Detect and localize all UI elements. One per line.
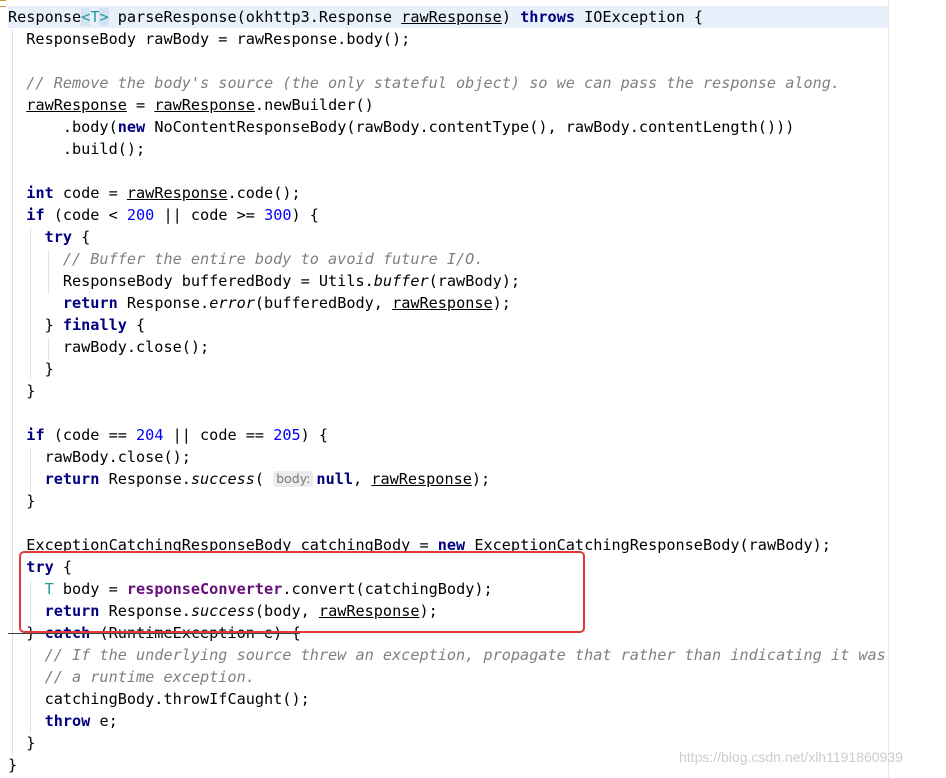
code-line-1[interactable]: Response<T> parseResponse(okhttp3.Respon… bbox=[8, 6, 888, 28]
code-comment[interactable]: // Remove the body's source (the only st… bbox=[8, 72, 840, 94]
code-line-13[interactable]: ResponseBody bufferedBody = Utils.buffer… bbox=[8, 270, 520, 292]
strikethrough-line bbox=[8, 633, 300, 634]
code-line-5[interactable]: rawResponse = rawResponse.newBuilder() bbox=[8, 94, 374, 116]
code-editor[interactable]: Response<T> parseResponse(okhttp3.Respon… bbox=[0, 0, 946, 778]
parameter-hint: body: bbox=[273, 471, 314, 487]
fold-marker-icon bbox=[0, 0, 6, 7]
code-line-32[interactable]: catchingBody.throwIfCaught(); bbox=[8, 688, 310, 710]
code-line-6[interactable]: .body(new NoContentResponseBody(rawBody.… bbox=[8, 116, 795, 138]
code-line-18[interactable]: } bbox=[8, 380, 35, 402]
code-line-14[interactable]: return Response.error(bufferedBody, rawR… bbox=[8, 292, 511, 314]
code-comment[interactable]: // a runtime exception. bbox=[8, 666, 255, 688]
code-line-23[interactable]: } bbox=[8, 490, 35, 512]
code-line-17[interactable]: } bbox=[8, 358, 54, 380]
code-line-35[interactable]: } bbox=[8, 754, 17, 776]
code-line-10[interactable]: if (code < 200 || code >= 300) { bbox=[8, 204, 319, 226]
code-line-33[interactable]: throw e; bbox=[8, 710, 118, 732]
code-comment[interactable]: // If the underlying source threw an exc… bbox=[8, 644, 886, 666]
annotation-highlight-box bbox=[19, 551, 585, 633]
code-comment[interactable]: // Buffer the entire body to avoid futur… bbox=[8, 248, 484, 270]
right-margin-guide bbox=[888, 0, 889, 778]
code-line-11[interactable]: try { bbox=[8, 226, 91, 248]
code-line-20[interactable]: if (code == 204 || code == 205) { bbox=[8, 424, 328, 446]
code-line-34[interactable]: } bbox=[8, 732, 35, 754]
code-line-7[interactable]: .build(); bbox=[8, 138, 145, 160]
code-line-21[interactable]: rawBody.close(); bbox=[8, 446, 191, 468]
code-line-9[interactable]: int code = rawResponse.code(); bbox=[8, 182, 300, 204]
watermark: https://blog.csdn.net/xlh1191860939 bbox=[679, 749, 903, 765]
code-line-2[interactable]: ResponseBody rawBody = rawResponse.body(… bbox=[8, 28, 410, 50]
code-line-15[interactable]: } finally { bbox=[8, 314, 146, 336]
code-line-16[interactable]: rawBody.close(); bbox=[8, 336, 209, 358]
code-line-22[interactable]: return Response.success( body: null, rawR… bbox=[8, 468, 491, 490]
